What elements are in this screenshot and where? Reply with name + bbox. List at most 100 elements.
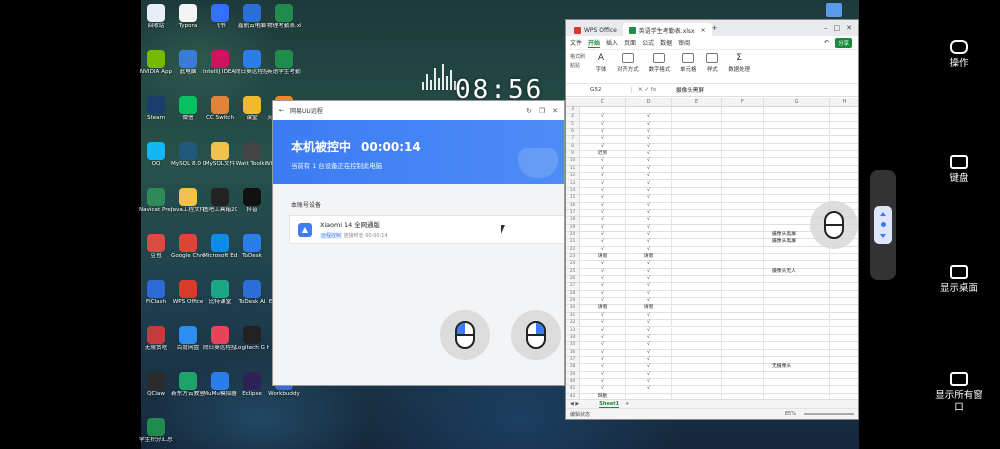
cell-c[interactable]: √	[580, 356, 626, 364]
table-row[interactable]: 14 √ √	[566, 187, 858, 196]
fx-icon[interactable]: ✕ ✓ fx	[632, 87, 672, 93]
cell-c[interactable]: 请假	[580, 305, 626, 312]
cell-h[interactable]	[830, 283, 858, 289]
cell-g[interactable]	[764, 305, 830, 312]
cell-c[interactable]: √	[580, 386, 626, 393]
row-number[interactable]: 34	[566, 334, 580, 342]
mouse-right-click-button[interactable]	[511, 310, 561, 360]
desktop-icon-item[interactable]: Navicat Premiu...	[139, 186, 173, 213]
row-number[interactable]: 27	[566, 283, 580, 290]
cell-c[interactable]: 请假	[580, 254, 626, 261]
operate-button[interactable]: 操作	[924, 40, 994, 70]
close-icon[interactable]: ✕	[552, 107, 558, 115]
cell-e[interactable]	[672, 107, 722, 114]
cell-f[interactable]	[722, 349, 764, 356]
cell-c[interactable]: √	[580, 327, 626, 334]
share-button[interactable]: 分享	[835, 37, 852, 48]
row-number[interactable]: 13	[566, 180, 580, 187]
cell-h[interactable]	[830, 342, 858, 348]
cell-e[interactable]	[672, 320, 722, 327]
cell-c[interactable]	[580, 107, 626, 114]
cell-e[interactable]	[672, 334, 722, 342]
mouse-floating-button[interactable]	[810, 201, 858, 249]
cell-c[interactable]: √	[580, 231, 626, 239]
desktop-icon-item[interactable]: IntelliJ IDEA Communi...	[203, 48, 237, 75]
menu-item[interactable]: 文件	[570, 38, 582, 47]
cell-e[interactable]	[672, 254, 722, 261]
cell-c[interactable]: √	[580, 246, 626, 253]
cell-c[interactable]: √	[580, 217, 626, 224]
cell-d[interactable]: √	[626, 224, 672, 231]
scroll-handle[interactable]	[870, 170, 896, 280]
cell-f[interactable]	[722, 121, 764, 129]
desktop-icon-item[interactable]: 回收站	[139, 2, 173, 29]
show-all-windows-button[interactable]: 显示所有窗口	[924, 372, 994, 414]
remote-window-titlebar[interactable]: ← 网易UU远程 ↻ ❐ ✕	[273, 101, 564, 120]
cell-g[interactable]	[764, 261, 830, 268]
cell-d[interactable]: √	[626, 151, 672, 158]
table-row[interactable]: 4 √ √	[566, 114, 858, 122]
cell-h[interactable]	[830, 291, 858, 297]
maximize-icon[interactable]: □	[834, 24, 841, 32]
cell-d[interactable]: √	[626, 356, 672, 364]
cell-e[interactable]	[672, 342, 722, 349]
sheet-tab[interactable]: Sheet1	[599, 401, 620, 408]
row-number[interactable]: 5	[566, 121, 580, 129]
desktop-icon-item[interactable]: Typora	[171, 2, 205, 29]
cell-h[interactable]	[830, 350, 858, 356]
cell-h[interactable]	[830, 122, 858, 128]
cell-c[interactable]: √	[580, 165, 626, 173]
cell-f[interactable]	[722, 261, 764, 268]
column-header[interactable]: D	[626, 98, 672, 107]
desktop-icon-item[interactable]: Watt Toolkit	[235, 140, 269, 167]
cell-f[interactable]	[722, 129, 764, 136]
cell-f[interactable]	[722, 342, 764, 349]
cell-g[interactable]	[764, 283, 830, 290]
cell-f[interactable]	[722, 334, 764, 342]
cell-f[interactable]	[722, 254, 764, 261]
cell-f[interactable]	[722, 173, 764, 180]
desktop-icon-item[interactable]: 鑫航云电脑	[235, 2, 269, 29]
desktop-icon-item[interactable]: MuMu模拟器	[203, 370, 237, 397]
cell-e[interactable]	[672, 224, 722, 231]
cell-f[interactable]	[722, 202, 764, 209]
cell-c[interactable]: √	[580, 129, 626, 136]
zoom-slider[interactable]	[804, 413, 854, 415]
desktop-icon-item[interactable]: 物理考勤表.xlsx	[267, 2, 301, 29]
cells-button[interactable]: 单元格	[680, 53, 696, 73]
cell-c[interactable]: √	[580, 202, 626, 209]
cell-c[interactable]: √	[580, 114, 626, 121]
cell-d[interactable]: √	[626, 231, 672, 239]
table-row[interactable]: 35 √ √	[566, 342, 858, 350]
cell-d[interactable]: √	[626, 239, 672, 246]
cell-d[interactable]: √	[626, 312, 672, 320]
cell-d[interactable]: √	[626, 320, 672, 327]
cell-d[interactable]: √	[626, 173, 672, 180]
cell-g[interactable]	[764, 334, 830, 342]
cell-e[interactable]	[672, 356, 722, 364]
table-row[interactable]: 27 √ √	[566, 283, 858, 291]
cell-f[interactable]	[722, 136, 764, 143]
new-tab-icon[interactable]: +	[712, 24, 718, 32]
desktop-icon-item[interactable]: Eclipse	[235, 370, 269, 397]
row-number[interactable]: 25	[566, 268, 580, 276]
cell-h[interactable]	[830, 144, 858, 150]
row-number[interactable]: 10	[566, 158, 580, 165]
table-row[interactable]: 29 √ √	[566, 298, 858, 306]
table-row[interactable]: 37 √ √	[566, 356, 858, 365]
menu-item[interactable]: 公式	[642, 38, 654, 47]
row-number[interactable]: 17	[566, 209, 580, 217]
cell-e[interactable]	[672, 121, 722, 129]
cell-c[interactable]: √	[580, 173, 626, 180]
cell-h[interactable]	[830, 364, 858, 370]
table-row[interactable]: 36 √ √	[566, 349, 858, 357]
table-row[interactable]: 7 √ √	[566, 136, 858, 144]
undo-icon[interactable]: ↶	[824, 39, 829, 46]
table-row[interactable]: 41 √ √	[566, 386, 858, 394]
cell-g[interactable]	[764, 298, 830, 305]
row-number[interactable]: 3	[566, 107, 580, 114]
cell-d[interactable]: √	[626, 121, 672, 129]
row-number[interactable]: 40	[566, 378, 580, 386]
formula-input[interactable]: 摄像头黑屏	[672, 86, 704, 94]
cell-e[interactable]	[672, 195, 722, 202]
